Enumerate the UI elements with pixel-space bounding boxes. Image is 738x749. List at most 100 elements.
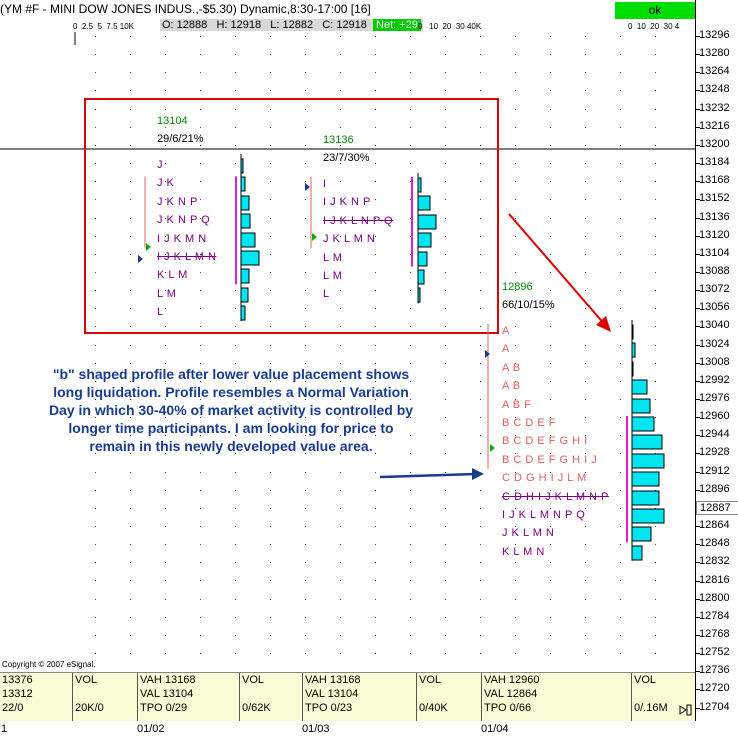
grid-dot bbox=[480, 490, 481, 491]
grid-dot bbox=[480, 254, 481, 255]
grid-dot bbox=[410, 508, 411, 509]
grid-dot bbox=[410, 472, 411, 473]
grid-dot bbox=[620, 417, 621, 418]
grid-dot bbox=[340, 472, 341, 473]
grid-dot bbox=[305, 653, 306, 654]
grid-dot bbox=[375, 54, 376, 55]
grid-dot bbox=[270, 490, 271, 491]
grid-dot bbox=[620, 526, 621, 527]
grid-dot bbox=[95, 308, 96, 309]
grid-dot bbox=[305, 145, 306, 146]
grid-dot bbox=[445, 54, 446, 55]
grid-dot bbox=[270, 617, 271, 618]
grid-dot bbox=[480, 272, 481, 273]
grid-dot bbox=[235, 562, 236, 563]
grid-dot bbox=[445, 381, 446, 382]
grid-dot bbox=[200, 109, 201, 110]
grid-dot bbox=[235, 363, 236, 364]
expand-panel-icon[interactable] bbox=[678, 704, 692, 716]
grid-dot bbox=[200, 526, 201, 527]
grid-dot bbox=[620, 490, 621, 491]
grid-dot bbox=[480, 617, 481, 618]
grid-dot bbox=[305, 363, 306, 364]
grid-dot bbox=[585, 345, 586, 346]
grid-dot bbox=[480, 181, 481, 182]
stat-value: 22/0 bbox=[2, 702, 24, 714]
grid-dot bbox=[620, 345, 621, 346]
price-axis-tick bbox=[696, 54, 700, 56]
grid-dot bbox=[375, 653, 376, 654]
tpo-row: L M bbox=[323, 270, 343, 282]
grid-dot bbox=[515, 599, 516, 600]
tpo-row: L bbox=[157, 306, 164, 319]
grid-dot bbox=[95, 617, 96, 618]
grid-dot bbox=[375, 163, 376, 164]
grid-dot bbox=[585, 72, 586, 73]
val-value: VAL 12864 bbox=[484, 688, 538, 700]
price-axis-tick bbox=[696, 417, 700, 419]
grid-dot bbox=[410, 635, 411, 636]
grid-dot bbox=[445, 399, 446, 400]
grid-dot bbox=[235, 635, 236, 636]
grid-dot bbox=[270, 363, 271, 364]
grid-dot bbox=[620, 472, 621, 473]
grid-dot bbox=[200, 199, 201, 200]
grid-dot bbox=[585, 199, 586, 200]
grid-dots bbox=[95, 36, 656, 654]
grid-dot bbox=[270, 236, 271, 237]
grid-dot bbox=[200, 181, 201, 182]
grid-dot bbox=[480, 290, 481, 291]
grid-dot bbox=[585, 562, 586, 563]
grid-dot bbox=[550, 163, 551, 164]
grid-dot bbox=[515, 653, 516, 654]
grid-dot bbox=[165, 653, 166, 654]
grid-dot bbox=[550, 127, 551, 128]
grid-dot bbox=[445, 526, 446, 527]
grid-dot bbox=[130, 472, 131, 473]
tpo-row: I bbox=[323, 178, 327, 190]
grid-dot bbox=[410, 163, 411, 164]
grid-dot bbox=[375, 127, 376, 128]
grid-dot bbox=[130, 90, 131, 91]
grid-dot bbox=[235, 90, 236, 91]
grid-dot bbox=[445, 653, 446, 654]
grid-dot bbox=[130, 490, 131, 491]
tpo-row: C D H I J K L M N P bbox=[502, 490, 609, 503]
tpo-row: A bbox=[502, 343, 510, 356]
price-axis-tick bbox=[696, 526, 700, 528]
price-axis-tick bbox=[696, 653, 700, 655]
volume-bar bbox=[631, 416, 655, 432]
grid-dot bbox=[235, 617, 236, 618]
grid-dot bbox=[200, 490, 201, 491]
grid-dot bbox=[165, 145, 166, 146]
grid-dot bbox=[130, 218, 131, 219]
grid-dot bbox=[620, 381, 621, 382]
date-label: 01/02 bbox=[137, 723, 165, 735]
grid-dot bbox=[550, 290, 551, 291]
grid-dot bbox=[270, 272, 271, 273]
grid-dot bbox=[375, 490, 376, 491]
date-label: 01/04 bbox=[481, 723, 509, 735]
price-axis-label: 12912 bbox=[699, 464, 730, 477]
grid-dot bbox=[620, 199, 621, 200]
grid-dot bbox=[375, 508, 376, 509]
grid-dot bbox=[130, 290, 131, 291]
grid-dot bbox=[130, 326, 131, 327]
grid-dot bbox=[375, 326, 376, 327]
price-axis-tick bbox=[696, 217, 700, 219]
grid-dot bbox=[95, 599, 96, 600]
grid-dot bbox=[620, 254, 621, 255]
grid-dot bbox=[270, 36, 271, 37]
grid-dot bbox=[235, 580, 236, 581]
grid-dot bbox=[235, 145, 236, 146]
tpo-row: I J K L M N P Q bbox=[502, 509, 586, 521]
price-axis-tick bbox=[696, 671, 700, 673]
price-axis-tick bbox=[696, 562, 700, 564]
grid-dot bbox=[515, 272, 516, 273]
grid-dot bbox=[620, 544, 621, 545]
grid-dot bbox=[480, 453, 481, 454]
grid-dot bbox=[95, 345, 96, 346]
grid-dot bbox=[95, 145, 96, 146]
grid-dot bbox=[410, 526, 411, 527]
grid-dot bbox=[340, 345, 341, 346]
